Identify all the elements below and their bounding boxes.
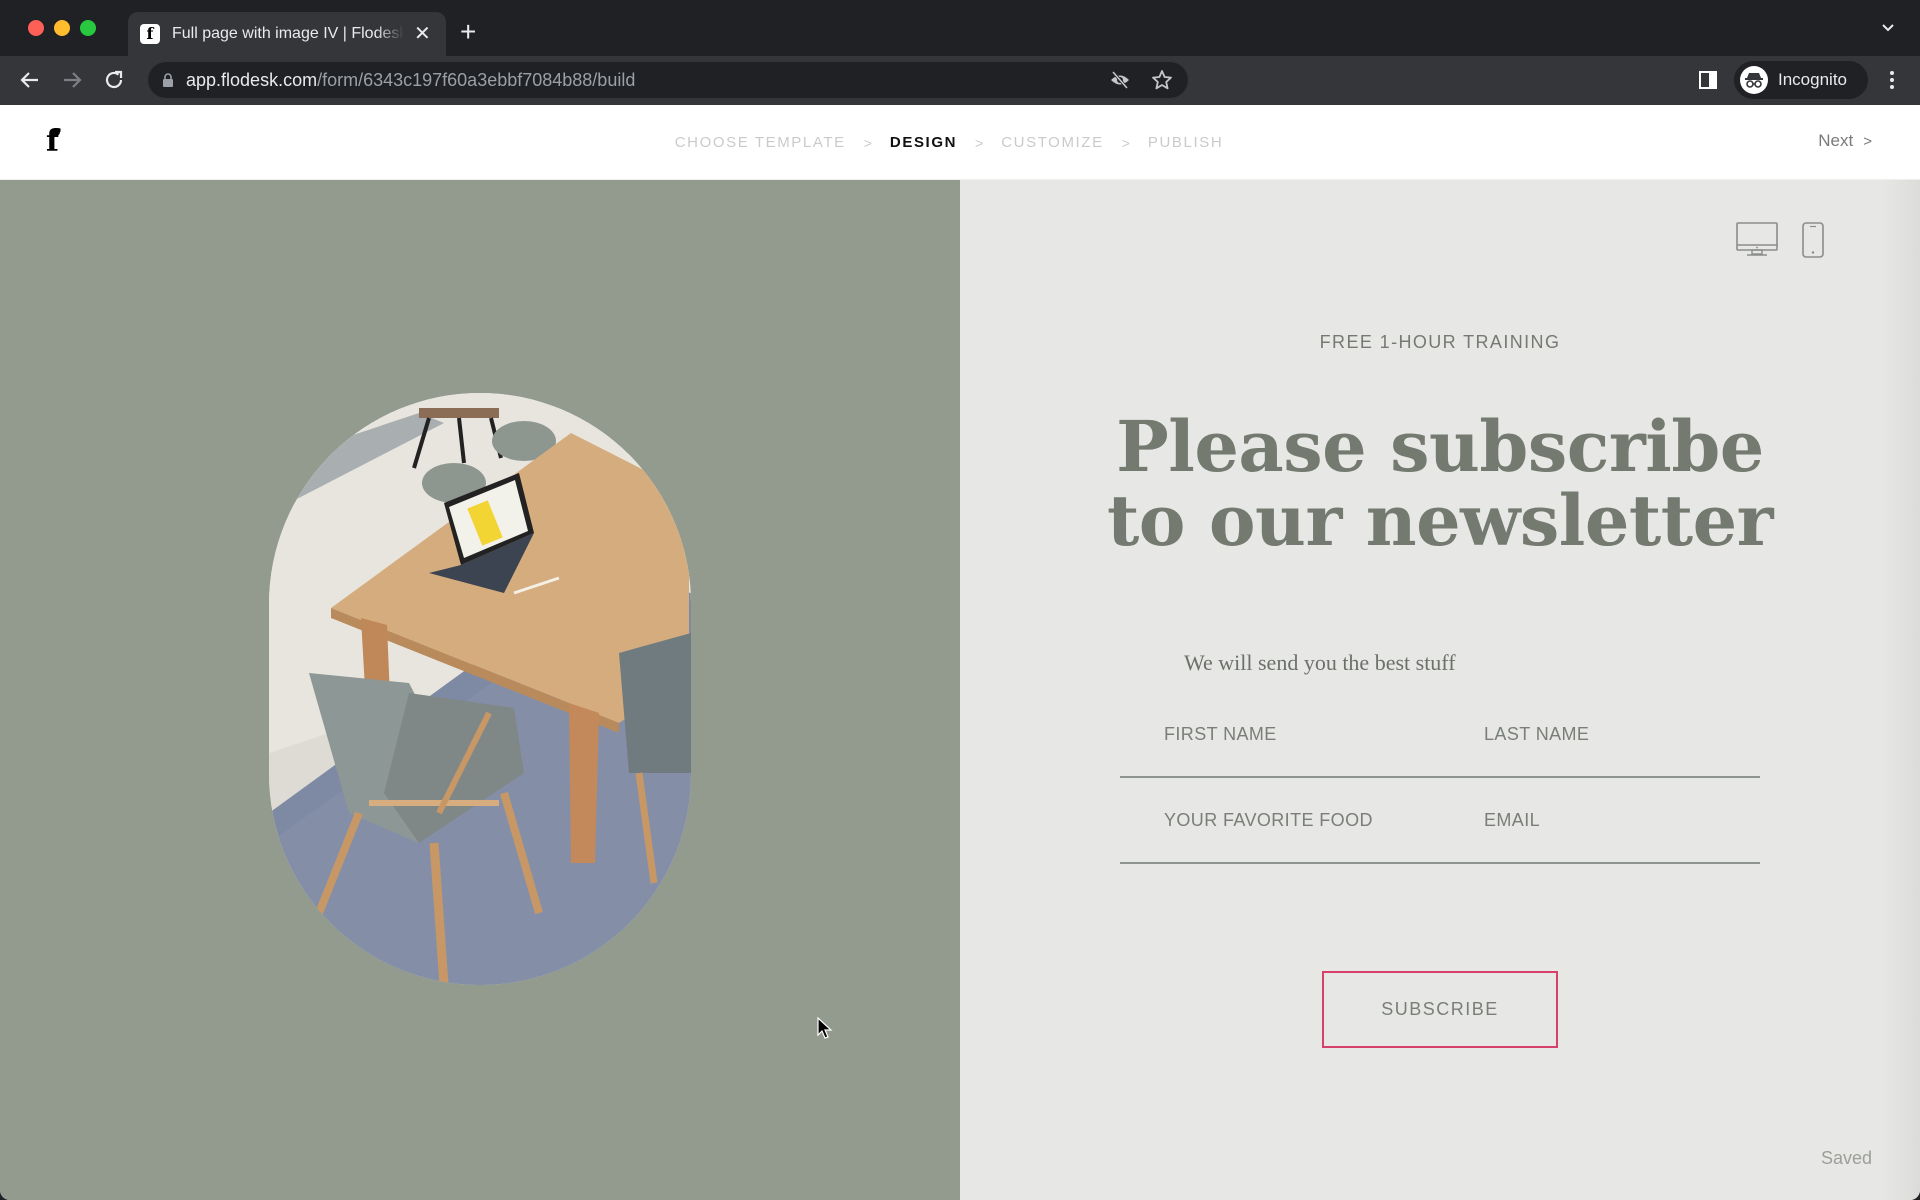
- browser-menu-button[interactable]: [1878, 66, 1906, 94]
- form-image[interactable]: [269, 393, 691, 985]
- favorite-food-field[interactable]: [1164, 778, 1444, 862]
- step-separator: >: [975, 134, 984, 151]
- form-preview-canvas: FREE 1-HOUR TRAINING Please subscribe to…: [0, 180, 1920, 1200]
- back-button[interactable]: [16, 66, 44, 94]
- browser-tab[interactable]: f Full page with image IV | Flodesk ✕: [128, 12, 446, 56]
- save-status: Saved: [1820, 1148, 1872, 1168]
- form-field-row: [1120, 778, 1760, 864]
- tab-title: Full page with image IV | Flodesk: [172, 25, 404, 42]
- form-eyebrow[interactable]: FREE 1-HOUR TRAINING: [960, 332, 1920, 353]
- address-bar-actions: [1104, 62, 1188, 98]
- first-name-field[interactable]: [1164, 692, 1444, 776]
- step-customize[interactable]: CUSTOMIZE: [1001, 134, 1103, 151]
- url-path: /form/6343c197f60a3ebbf7084b88/build: [317, 69, 636, 90]
- flodesk-form-builder: f CHOOSE TEMPLATE > DESIGN > CUSTOMIZE >…: [0, 105, 1920, 1200]
- reload-icon: [105, 70, 123, 89]
- star-icon: [1152, 70, 1172, 90]
- form-subtext[interactable]: We will send you the best stuff: [1184, 650, 1456, 676]
- mobile-preview-button[interactable]: [1802, 222, 1824, 258]
- profile-incognito-button[interactable]: Incognito: [1734, 61, 1868, 99]
- desktop-monitor-icon: [1736, 222, 1778, 256]
- url-text[interactable]: app.flodesk.com/form/6343c197f60a3ebbf70…: [186, 70, 635, 91]
- next-button[interactable]: Next >: [1818, 131, 1872, 151]
- tab-search-chevron-icon[interactable]: [1880, 20, 1896, 36]
- headline-line-2: to our newsletter: [1106, 479, 1774, 562]
- form-field-row: [1120, 692, 1760, 778]
- tracking-protection-button[interactable]: [1104, 64, 1136, 96]
- reload-button[interactable]: [100, 66, 128, 94]
- chevron-right-icon: >: [1863, 133, 1872, 150]
- maximize-window-button[interactable]: [80, 20, 96, 36]
- step-choose-template[interactable]: CHOOSE TEMPLATE: [675, 134, 846, 151]
- browser-chrome: f Full page with image IV | Flodesk ✕ + …: [0, 0, 1920, 105]
- flodesk-f-icon: f: [140, 24, 160, 44]
- step-separator: >: [1121, 134, 1130, 151]
- forward-button[interactable]: [58, 66, 86, 94]
- builder-steps: CHOOSE TEMPLATE > DESIGN > CUSTOMIZE > P…: [0, 105, 1920, 180]
- builder-header: f CHOOSE TEMPLATE > DESIGN > CUSTOMIZE >…: [0, 105, 1920, 180]
- back-arrow-icon: [20, 72, 38, 88]
- lock-icon[interactable]: [162, 73, 174, 87]
- eye-slash-icon: [1111, 71, 1129, 89]
- side-panel-button[interactable]: [1694, 66, 1722, 94]
- browser-toolbar: app.flodesk.com/form/6343c197f60a3ebbf70…: [0, 56, 1920, 105]
- incognito-icon: [1740, 66, 1768, 94]
- close-window-button[interactable]: [28, 20, 44, 36]
- next-label: Next: [1818, 131, 1854, 150]
- last-name-field[interactable]: [1484, 692, 1744, 776]
- new-tab-button[interactable]: +: [460, 16, 476, 48]
- tab-strip: f Full page with image IV | Flodesk ✕ +: [0, 0, 1920, 56]
- url-host: app.flodesk.com: [186, 69, 318, 90]
- mouse-cursor-icon: [817, 1017, 833, 1039]
- dining-table-photo: [269, 393, 691, 985]
- form-panel: FREE 1-HOUR TRAINING Please subscribe to…: [960, 180, 1920, 1200]
- subscribe-button[interactable]: SUBSCRIBE: [1322, 971, 1558, 1048]
- mobile-phone-icon: [1802, 222, 1824, 258]
- incognito-label: Incognito: [1778, 70, 1847, 89]
- step-separator: >: [863, 134, 872, 151]
- address-bar[interactable]: app.flodesk.com/form/6343c197f60a3ebbf70…: [148, 62, 1188, 98]
- step-publish[interactable]: PUBLISH: [1148, 134, 1223, 151]
- kebab-menu-icon: [1890, 71, 1894, 89]
- bookmark-button[interactable]: [1146, 64, 1178, 96]
- step-design[interactable]: DESIGN: [890, 134, 957, 151]
- side-panel-icon: [1699, 71, 1717, 89]
- image-panel[interactable]: [0, 180, 960, 1200]
- email-field[interactable]: [1484, 778, 1744, 862]
- desktop-preview-button[interactable]: [1736, 222, 1778, 258]
- headline-line-1: Please subscribe: [1116, 405, 1764, 488]
- forward-arrow-icon: [64, 72, 82, 88]
- minimize-window-button[interactable]: [54, 20, 70, 36]
- form-headline[interactable]: Please subscribe to our newsletter: [960, 410, 1920, 558]
- close-tab-icon[interactable]: ✕: [414, 24, 431, 44]
